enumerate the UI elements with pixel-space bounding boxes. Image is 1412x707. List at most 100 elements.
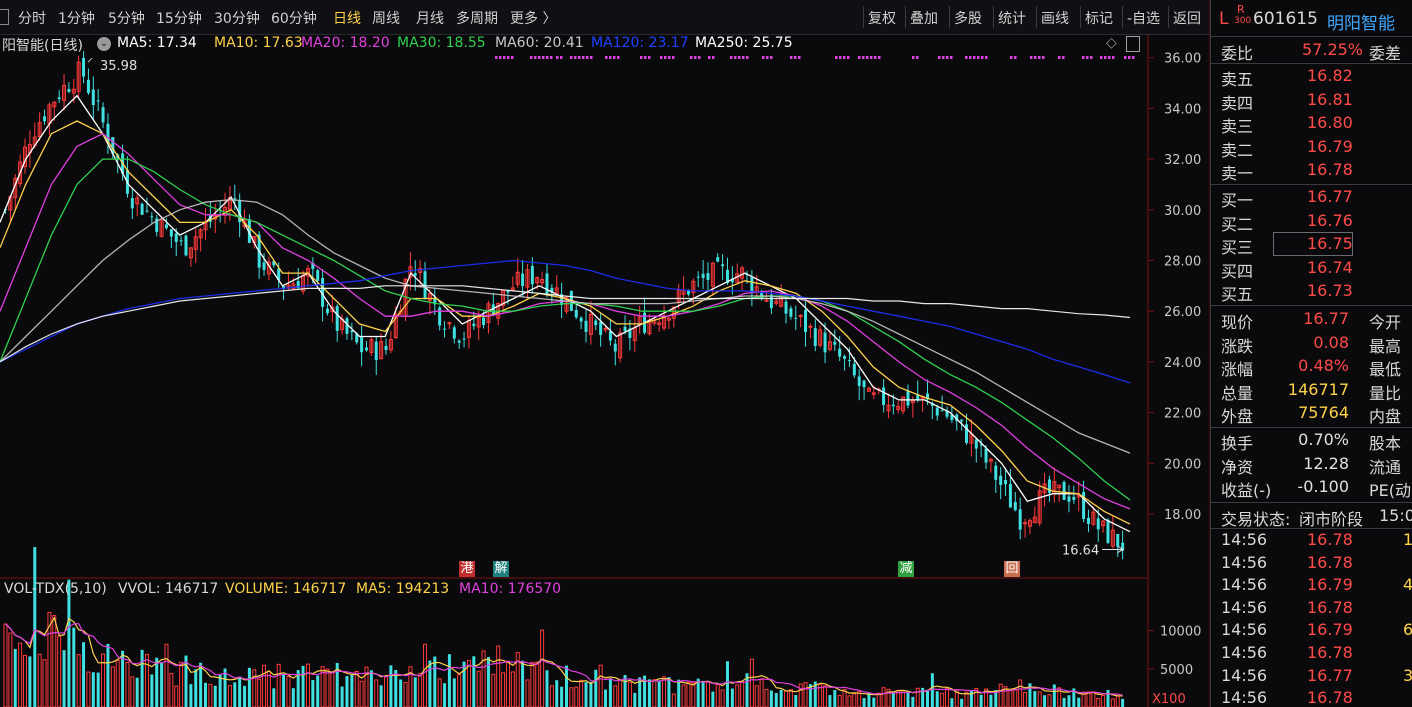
- volume-bar: [389, 665, 393, 707]
- candle-body: [599, 321, 603, 335]
- event-dot-marker: [503, 56, 506, 59]
- volume-bar: [130, 676, 135, 707]
- volume-bar: [521, 660, 525, 707]
- event-dot-marker: [973, 56, 976, 59]
- stock-name: 明阳智能: [1327, 14, 1395, 34]
- volume-bar: [769, 690, 773, 707]
- candle-body: [140, 203, 144, 215]
- event-dot-marker: [550, 56, 553, 59]
- candle-body: [472, 323, 476, 327]
- candle-body: [935, 407, 939, 416]
- volume-bar: [960, 698, 964, 707]
- ask-price-2[interactable]: 16.79: [1307, 137, 1353, 156]
- volume-bar: [1077, 697, 1081, 707]
- stat-label: 收益(-): [1221, 481, 1272, 501]
- event-dot-marker: [770, 56, 773, 59]
- event-dot-marker: [574, 56, 577, 59]
- candle-body: [101, 107, 105, 123]
- event-dot-marker: [969, 56, 972, 59]
- volume-bar: [369, 670, 373, 707]
- panel-divider: [1211, 427, 1412, 428]
- event-dot-marker: [712, 56, 715, 59]
- stat-label: 外盘: [1221, 407, 1254, 427]
- event-dot-marker: [730, 56, 733, 59]
- stat-label-2: 今开: [1369, 313, 1402, 332]
- price-axis-label: 30.00: [1164, 204, 1201, 219]
- stat-value: 16.77: [1303, 309, 1349, 328]
- candle-body: [145, 210, 149, 212]
- vol-indicator-name[interactable]: VOL-TDX(5,10): [4, 581, 107, 597]
- candle-body: [67, 88, 71, 92]
- event-dot-marker: [1090, 56, 1093, 59]
- volume-bar: [462, 661, 466, 707]
- candle-body: [857, 376, 861, 386]
- volume-bar: [828, 695, 832, 707]
- bid-price-3[interactable]: 16.75: [1307, 234, 1353, 253]
- volume-bar: [613, 685, 618, 707]
- volume-bar: [720, 689, 725, 707]
- volume-bar: [505, 660, 510, 707]
- candle-body: [823, 332, 827, 353]
- price-axis-label: 20.00: [1164, 457, 1201, 472]
- event-dot-marker: [495, 56, 498, 59]
- candle-body: [413, 273, 417, 276]
- volume-bar: [8, 632, 13, 707]
- event-dot-marker: [866, 56, 869, 59]
- volume-bar: [330, 671, 335, 707]
- volume-bar: [565, 665, 568, 707]
- volume-bar: [740, 680, 745, 707]
- bid-price-5[interactable]: 16.73: [1307, 281, 1353, 300]
- bid-price-4[interactable]: 16.74: [1307, 258, 1353, 277]
- event-dot-marker: [738, 56, 741, 59]
- event-dot-marker: [1010, 56, 1013, 59]
- volume-bar: [784, 690, 789, 707]
- candle-body: [1008, 484, 1012, 508]
- event-tag-hk[interactable]: 港: [459, 561, 475, 577]
- candle-body: [360, 336, 364, 353]
- event-dot-marker: [912, 56, 915, 59]
- candle-body: [1013, 502, 1017, 511]
- ask-label-5: 卖五: [1221, 70, 1254, 89]
- volume-bar: [677, 679, 681, 707]
- bid-price-1[interactable]: 16.77: [1307, 187, 1353, 206]
- candle-body: [584, 320, 588, 332]
- volume-bar: [569, 687, 574, 707]
- candle-body: [623, 326, 627, 332]
- event-dot-marker: [1112, 56, 1115, 59]
- event-dot-marker: [858, 56, 861, 59]
- ask-price-4[interactable]: 16.81: [1307, 90, 1353, 109]
- tick-price: 16.78: [1307, 597, 1353, 617]
- candle-body: [843, 356, 847, 359]
- event-tag-buyback[interactable]: 回: [1004, 561, 1020, 577]
- volume-bar: [428, 660, 432, 707]
- event-tag-unlock[interactable]: 解: [493, 561, 509, 577]
- candle-body: [96, 100, 100, 102]
- event-dot-marker: [862, 56, 865, 59]
- volume-bar: [715, 684, 720, 707]
- event-dot-marker: [1014, 56, 1017, 59]
- volume-bar: [735, 684, 740, 707]
- volume-bar: [423, 643, 428, 707]
- candle-body: [233, 198, 237, 200]
- event-dot-marker: [977, 56, 980, 59]
- bid-price-2[interactable]: 16.76: [1307, 211, 1353, 230]
- event-dot-marker: [644, 56, 647, 59]
- event-dot-marker: [981, 56, 984, 59]
- volume-bar: [803, 682, 808, 707]
- panel-divider: [1211, 36, 1412, 37]
- volume-bar: [140, 649, 144, 707]
- stat-label: 净资: [1221, 457, 1254, 477]
- candle-body: [1072, 496, 1076, 500]
- candle-body: [574, 309, 578, 318]
- ask-price-3[interactable]: 16.80: [1307, 113, 1353, 132]
- weicha-label: 委差: [1369, 44, 1402, 63]
- event-tag-reduce[interactable]: 减: [898, 561, 914, 577]
- volume-bar: [794, 695, 798, 707]
- event-dot-marker: [1042, 56, 1045, 59]
- event-dot-marker: [1132, 56, 1135, 59]
- ask-price-5[interactable]: 16.82: [1307, 66, 1353, 85]
- ask-price-1[interactable]: 16.78: [1307, 160, 1353, 179]
- volume-bar: [876, 692, 881, 707]
- candle-body: [325, 308, 329, 314]
- volume-bar: [1008, 690, 1013, 707]
